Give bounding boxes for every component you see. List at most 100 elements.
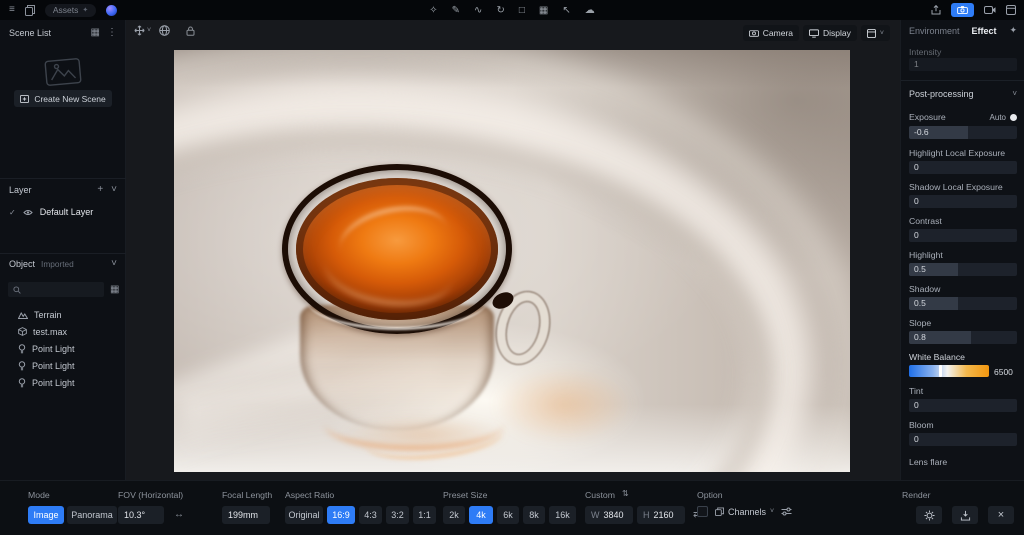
object-row-light-2[interactable]: Point Light [0,357,126,374]
custom-height-input[interactable]: H 2160 [637,506,685,524]
layer-collapse-icon[interactable]: ˅ [111,185,117,195]
aspect-1-1-button[interactable]: 1:1 [413,506,436,524]
menu-icon[interactable]: ≡ [9,5,15,15]
highlight-slider[interactable]: 0.5 [909,263,1017,276]
tab-environment[interactable]: Environment [909,26,960,36]
object-grid-view-icon[interactable]: ▦ [110,285,119,295]
object-row-mesh[interactable]: test.max [0,323,126,340]
object-name: Terrain [34,309,62,320]
world-space-icon[interactable] [159,25,170,36]
assets-button[interactable]: Assets ✦ [44,3,97,17]
preset-8k-button[interactable]: 8k [523,506,545,524]
intensity-label: Intensity [909,47,942,57]
display-button[interactable]: Display [803,25,857,41]
aspect-original-button[interactable]: Original [285,506,323,524]
tool-select-icon[interactable]: ↖ [562,5,570,16]
object-row-terrain[interactable]: Terrain [0,306,126,323]
mode-panorama-button[interactable]: Panorama [67,506,117,524]
close-icon: × [997,509,1005,521]
white-balance-value: 6500 [994,367,1013,377]
create-new-scene-button[interactable]: Create New Scene [14,90,112,107]
viewport-canvas[interactable] [174,50,850,472]
white-balance-handle[interactable] [939,365,943,377]
field-label: Shadow [909,284,941,294]
tool-model-icon[interactable]: □ [519,5,525,16]
tint-slider[interactable]: 0 [909,399,1017,412]
width-value: 3840 [603,510,624,520]
scene-more-icon[interactable]: ⋮ [107,28,117,38]
tool-light-icon[interactable]: ✧ [429,5,437,16]
object-search-input[interactable] [8,282,104,297]
fit-width-icon[interactable]: ↔ [174,510,184,520]
avatar[interactable] [106,4,118,16]
object-row-light-3[interactable]: Point Light [0,374,126,391]
camera-view-button[interactable]: Camera [742,25,800,41]
highlight-local-exposure-slider[interactable]: 0 [909,161,1017,174]
render-settings-bar: Mode Image Panorama FOV (Horizontal) 10.… [0,480,1024,535]
custom-size-label: Custom [585,490,615,500]
height-prefix: H [643,510,650,520]
tab-effect[interactable]: Effect [972,26,997,36]
layer-section-title: Layer [9,185,32,195]
layer-row-default[interactable]: ✓ Default Layer [0,207,126,217]
custom-updown-icon[interactable]: ⇅ [622,490,629,498]
lock-icon[interactable] [186,26,195,36]
intensity-input[interactable]: 1 [909,58,1017,71]
object-collapse-icon[interactable]: ˅ [111,259,117,269]
channels-dropdown[interactable]: Channels ˅ [715,507,774,517]
bloom-slider[interactable]: 0 [909,433,1017,446]
panel-box-icon[interactable] [1006,5,1016,15]
share-icon[interactable] [931,5,941,15]
custom-width-input[interactable]: W 3840 [585,506,633,524]
preset-2k-button[interactable]: 2k [443,506,465,524]
render-settings-button[interactable] [916,506,942,524]
render-camera-icon[interactable] [951,3,974,17]
object-row-light-1[interactable]: Point Light [0,340,126,357]
field-value: 0 [914,400,919,410]
view-options-dropdown[interactable]: ˅ [860,25,890,41]
magic-wand-icon[interactable]: ✦ [1009,25,1017,36]
preset-4k-button[interactable]: 4k [469,506,493,524]
preset-16k-button[interactable]: 16k [549,506,576,524]
tool-orbit-icon[interactable]: ↻ [496,5,504,16]
scenes-panel-icon[interactable] [24,4,35,16]
layer-name: Default Layer [39,207,94,217]
fov-input[interactable]: 10.3° [118,506,164,524]
add-layer-icon[interactable]: + [97,185,103,195]
aspect-3-2-button[interactable]: 3:2 [386,506,409,524]
object-filter-label[interactable]: Imported [41,259,74,269]
slope-slider[interactable]: 0.8 [909,331,1017,344]
layer-visibility-icon[interactable] [23,209,33,216]
export-button[interactable] [952,506,978,524]
tool-pen-icon[interactable]: ✎ [452,5,460,16]
transform-tool-dropdown[interactable]: ˅ [134,25,151,36]
field-value: 0 [914,230,919,240]
tool-material-icon[interactable]: ▦ [539,5,548,16]
fov-value: 10.3° [124,510,146,520]
chevron-down-icon: ˅ [879,29,884,37]
exposure-auto-toggle[interactable] [1010,113,1017,121]
preset-size-label: Preset Size [443,490,488,500]
video-icon[interactable] [984,6,996,14]
scene-grid-toggle-icon[interactable]: ▦ [91,28,100,38]
exposure-slider[interactable]: -0.6 [909,126,1017,139]
right-panel: Environment Effect ✦ Intensity 1 Post-pr… [900,20,1024,480]
tool-curve-icon[interactable]: ∿ [474,5,482,16]
mode-image-button[interactable]: Image [28,506,64,524]
focal-length-input[interactable]: 199mm [222,506,270,524]
contrast-slider[interactable]: 0 [909,229,1017,242]
tool-cloud-icon[interactable]: ☁ [585,5,595,16]
tune-icon[interactable] [781,507,792,516]
object-name: Point Light [32,343,75,354]
shadow-slider[interactable]: 0.5 [909,297,1017,310]
shadow-local-exposure-slider[interactable]: 0 [909,195,1017,208]
terrain-icon [18,311,28,319]
post-processing-collapse-icon[interactable]: ˅ [1012,90,1017,98]
aspect-16-9-button[interactable]: 16:9 [327,506,355,524]
preset-6k-button[interactable]: 6k [497,506,519,524]
aspect-4-3-button[interactable]: 4:3 [359,506,382,524]
point-light-icon [18,343,26,354]
white-balance-slider[interactable] [909,365,989,377]
close-button[interactable]: × [988,506,1014,524]
option-checkbox[interactable] [697,506,708,517]
